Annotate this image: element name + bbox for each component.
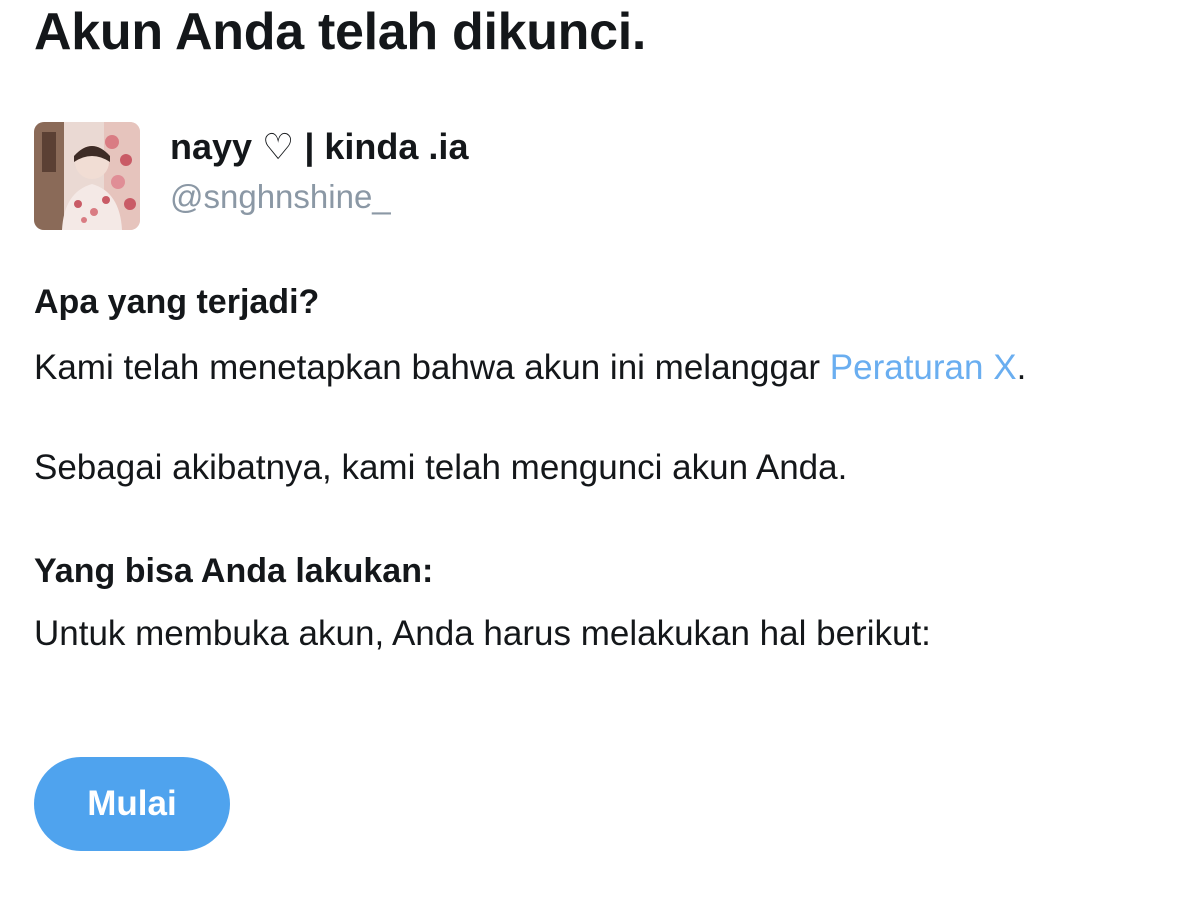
what-happened-heading: Apa yang terjadi? bbox=[34, 283, 320, 321]
display-name: nayy ♡ | kinda .ia bbox=[170, 126, 469, 167]
violation-text: Kami telah menetapkan bahwa akun ini mel… bbox=[34, 348, 1026, 388]
rules-link[interactable]: Peraturan X bbox=[830, 348, 1017, 387]
violation-text-end: . bbox=[1016, 348, 1027, 387]
avatar-photo-icon bbox=[34, 122, 140, 230]
start-button[interactable]: Mulai bbox=[34, 757, 230, 851]
locked-account-page: Akun Anda telah dikunci. nayy ♡ | kinda … bbox=[0, 0, 1199, 907]
account-handle: @snghnshine_ bbox=[170, 178, 391, 215]
page-title: Akun Anda telah dikunci. bbox=[34, 3, 647, 61]
consequence-text: Sebagai akibatnya, kami telah mengunci a… bbox=[34, 448, 848, 487]
unlock-instructions: Untuk membuka akun, Anda harus melakukan… bbox=[34, 614, 931, 653]
account-card: nayy ♡ | kinda .ia @snghnshine_ bbox=[34, 122, 734, 232]
avatar bbox=[34, 122, 140, 230]
violation-text-lead: Kami telah menetapkan bahwa akun ini mel… bbox=[34, 348, 830, 387]
what-you-can-do-heading: Yang bisa Anda lakukan: bbox=[34, 552, 434, 590]
